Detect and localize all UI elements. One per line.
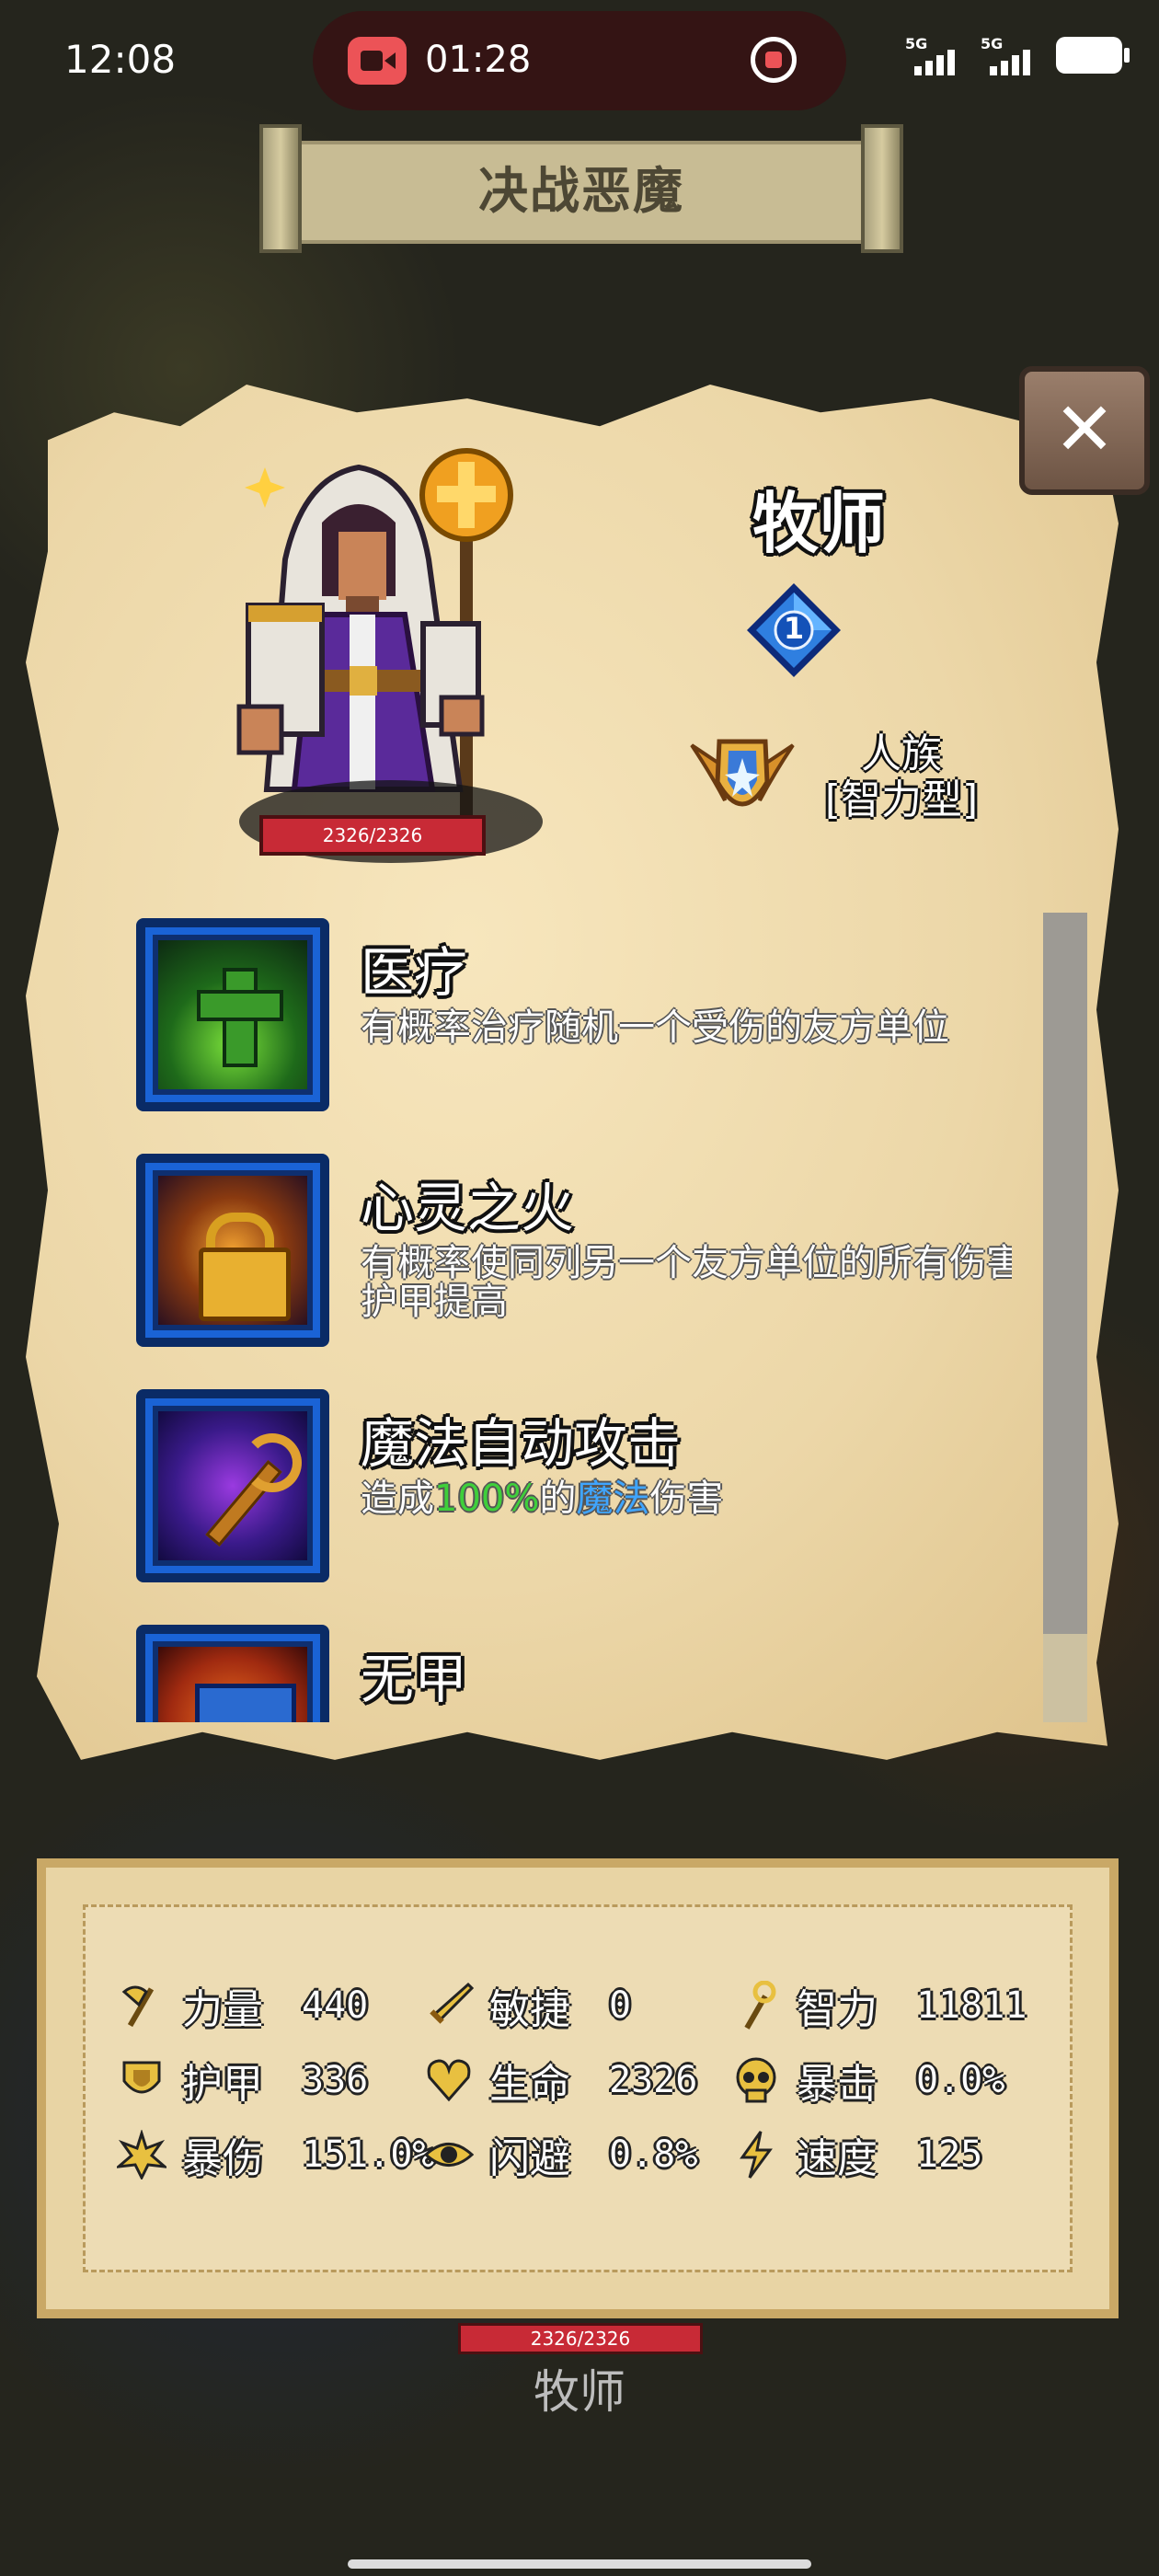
hero-race-name: 人族 bbox=[861, 730, 942, 777]
stat-agility: 敏捷 0 bbox=[421, 1973, 631, 2038]
sword-icon bbox=[421, 1978, 476, 2033]
bottom-hp-bar: 2326/2326 bbox=[458, 2323, 703, 2354]
scrollbar-thumb[interactable] bbox=[1043, 913, 1087, 1634]
bottom-hp-text: 2326/2326 bbox=[530, 2328, 631, 2350]
stat-armor: 护甲 336 bbox=[114, 2048, 368, 2112]
hero-level: 1 bbox=[783, 611, 805, 646]
stage-title: 决战恶魔 bbox=[478, 162, 684, 220]
level-gem-icon: 1 bbox=[743, 580, 844, 681]
stat-life: 生命 2326 bbox=[421, 2048, 697, 2112]
hero-type: [智力型] bbox=[824, 776, 979, 823]
shield-icon bbox=[114, 2053, 169, 2108]
skill-scrollbar[interactable] bbox=[1043, 913, 1087, 1722]
stop-recording-button[interactable] bbox=[751, 37, 797, 83]
skill-item[interactable]: 心灵之火 有概率使同列另一个友方单位的所有伤害提高，护甲提高 bbox=[129, 1146, 1012, 1349]
battery-icon bbox=[1056, 37, 1130, 74]
eye-icon bbox=[421, 2127, 476, 2182]
bottom-unit-name: 牧师 bbox=[534, 2365, 625, 2419]
skill-name: 魔法自动攻击 bbox=[361, 1412, 682, 1475]
clock: 12:08 bbox=[64, 37, 177, 82]
skill-name: 无甲 bbox=[361, 1648, 468, 1710]
winged-shield-icon bbox=[683, 718, 802, 837]
stat-speed: 速度 125 bbox=[729, 2122, 982, 2187]
cloth-armor-icon bbox=[136, 1625, 329, 1722]
signal-icon: 5G bbox=[981, 35, 1043, 75]
skill-description: 造成100%的魔法伤害 bbox=[361, 1478, 724, 1520]
screen-recording-pill[interactable]: 01:28 bbox=[313, 11, 846, 110]
axe-icon bbox=[114, 1978, 169, 2033]
skill-item[interactable]: 无甲 bbox=[129, 1617, 1012, 1722]
stat-crit-damage: 暴伤 151.0% bbox=[114, 2122, 435, 2187]
skull-icon bbox=[729, 2053, 784, 2108]
stats-board: 力量 440 敏捷 0 智力 11811 护甲 336 生命 2326 暴击 0 bbox=[37, 1858, 1119, 2318]
home-indicator[interactable] bbox=[348, 2559, 811, 2569]
signal-icon: 5G bbox=[905, 35, 968, 75]
skill-item[interactable]: 医疗 有概率治疗随机一个受伤的友方单位 bbox=[129, 911, 1012, 1113]
stat-intelligence: 智力 11811 bbox=[729, 1973, 1027, 2038]
staff-icon bbox=[729, 1978, 784, 2033]
hero-name: 牧师 bbox=[752, 485, 885, 562]
explosion-icon bbox=[114, 2127, 169, 2182]
video-camera-icon bbox=[348, 37, 407, 85]
status-icons: 5G 5G bbox=[905, 35, 1130, 75]
recording-timer: 01:28 bbox=[425, 39, 532, 81]
skill-description: 有概率治疗随机一个受伤的友方单位 bbox=[361, 1006, 949, 1049]
close-button[interactable]: ✕ bbox=[1019, 366, 1150, 495]
hero-race: 人族 [智力型] bbox=[809, 731, 993, 823]
skill-description: 有概率使同列另一个友方单位的所有伤害提高，护甲提高 bbox=[361, 1242, 1012, 1323]
inner-fire-lock-icon bbox=[136, 1154, 329, 1347]
lightning-icon bbox=[729, 2127, 784, 2182]
healing-cross-icon bbox=[136, 918, 329, 1111]
skill-item[interactable]: 魔法自动攻击 造成100%的魔法伤害 bbox=[129, 1382, 1012, 1584]
skill-name: 心灵之火 bbox=[361, 1177, 575, 1239]
magic-staff-icon bbox=[136, 1389, 329, 1582]
skill-list[interactable]: 医疗 有概率治疗随机一个受伤的友方单位 心灵之火 有概率使同列另一个友方单位的所… bbox=[129, 911, 1012, 1722]
stage-title-scroll: 决战恶魔 bbox=[259, 124, 903, 253]
stat-dodge: 闪避 0.8% bbox=[421, 2122, 697, 2187]
stat-crit: 暴击 0.0% bbox=[729, 2048, 1004, 2112]
hero-hp-text: 2326/2326 bbox=[322, 824, 423, 846]
heart-icon bbox=[421, 2053, 476, 2108]
hero-hp-bar: 2326/2326 bbox=[259, 815, 486, 856]
stat-strength: 力量 440 bbox=[114, 1973, 368, 2038]
status-bar: 12:08 01:28 5G 5G bbox=[0, 0, 1159, 120]
close-icon: ✕ bbox=[1053, 386, 1116, 472]
skill-name: 医疗 bbox=[361, 941, 468, 1004]
